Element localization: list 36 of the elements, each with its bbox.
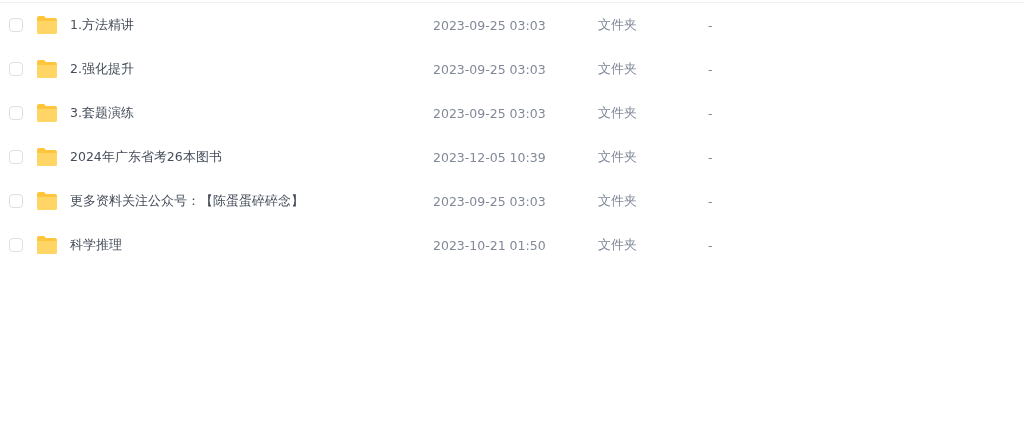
- file-name[interactable]: 科学推理: [70, 236, 433, 254]
- modified-date: 2023-09-25 03:03: [433, 193, 547, 209]
- row-checkbox[interactable]: [9, 238, 23, 252]
- file-size: -: [708, 193, 714, 209]
- modified-date: 2023-09-25 03:03: [433, 105, 547, 121]
- file-size: -: [708, 17, 714, 33]
- file-type: 文件夹: [598, 60, 638, 78]
- file-name[interactable]: 1.方法精讲: [70, 16, 433, 34]
- file-type: 文件夹: [598, 16, 638, 34]
- modified-date: 2023-10-21 01:50: [433, 237, 547, 253]
- file-name[interactable]: 3.套题演练: [70, 104, 433, 122]
- row-checkbox[interactable]: [9, 18, 23, 32]
- file-size: -: [708, 105, 714, 121]
- file-type: 文件夹: [598, 148, 638, 166]
- modified-date: 2023-09-25 03:03: [433, 61, 547, 77]
- file-size: -: [708, 61, 714, 77]
- file-name[interactable]: 2024年广东省考26本图书: [70, 148, 433, 166]
- row-checkbox[interactable]: [9, 194, 23, 208]
- row-checkbox[interactable]: [9, 150, 23, 164]
- file-type: 文件夹: [598, 104, 638, 122]
- file-name[interactable]: 更多资料关注公众号：【陈蛋蛋碎碎念】: [70, 192, 433, 210]
- row-checkbox[interactable]: [9, 62, 23, 76]
- folder-icon: [36, 15, 58, 35]
- file-size: -: [708, 237, 714, 253]
- file-size: -: [708, 149, 714, 165]
- folder-icon: [36, 147, 58, 167]
- modified-date: 2023-09-25 03:03: [433, 17, 547, 33]
- folder-icon: [36, 103, 58, 123]
- row-checkbox[interactable]: [9, 106, 23, 120]
- folder-icon: [36, 235, 58, 255]
- file-type: 文件夹: [598, 192, 638, 210]
- folder-icon: [36, 191, 58, 211]
- modified-date: 2023-12-05 10:39: [433, 149, 547, 165]
- file-name[interactable]: 2.强化提升: [70, 60, 433, 78]
- folder-icon: [36, 59, 58, 79]
- file-type: 文件夹: [598, 236, 638, 254]
